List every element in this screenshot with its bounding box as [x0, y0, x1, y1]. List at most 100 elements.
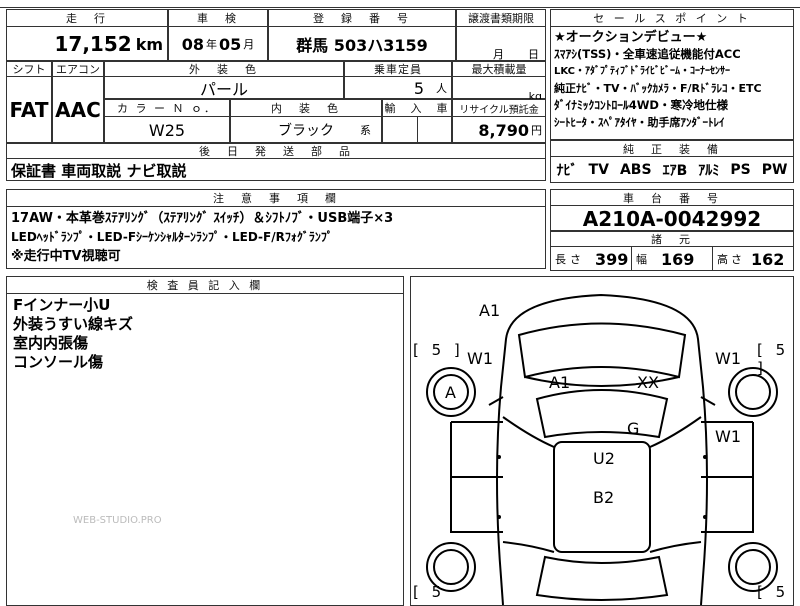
import-label: 輸 入 車: [383, 100, 451, 117]
car-diagram: A1 W1 W1 A A1 XX W1 G U2 B2 [ 5 ] [ 5 ] …: [410, 276, 794, 606]
interior-color-value: ブラック: [278, 123, 334, 139]
sales-point-line: ﾀﾞｲﾅﾐｯｸｺﾝﾄﾛｰﾙ4WD・寒冷地仕様: [554, 98, 728, 112]
transfer-month-unit: 月: [493, 48, 504, 61]
inspector-label: 検 査 員 記 入 欄: [7, 277, 403, 294]
sales-point-line: ｽﾏｱｼ(TSS)・全車速追従機能付ACC: [554, 47, 741, 61]
recycle-section: リサイクル預託金 8,790 円: [452, 99, 546, 143]
label-front-top: A1: [479, 301, 501, 320]
label-right-door-rear: W1: [715, 427, 741, 446]
dimensions-label: 諸 元: [551, 232, 793, 247]
equipment-item: ｱﾙﾐ: [698, 163, 720, 179]
transfer-label: 譲渡書類期限: [457, 10, 545, 27]
label-hood-left: A1: [549, 373, 571, 392]
mileage-value: 17,152: [54, 32, 132, 56]
label-hood-right: XX: [637, 373, 659, 392]
exterior-color-value: パール: [199, 80, 248, 99]
equipment-section: 純 正 装 備 ﾅﾋﾞ TV ABS ｴｱB ｱﾙﾐ PS PW: [550, 140, 794, 183]
aircon-label: エアコン: [53, 62, 103, 77]
inspection-year: 08: [181, 34, 204, 54]
recycle-label: リサイクル預託金: [453, 100, 545, 117]
sales-point-line: ｼｰﾄﾋｰﾀ・ｽﾍﾟｱﾀｲﾔ・助手席ｱﾝﾀﾞｰﾄﾚｲ: [554, 116, 725, 129]
shift-section: シフト FAT: [6, 61, 52, 143]
height-value: 162: [751, 249, 785, 269]
mileage-label: 走 行: [7, 10, 167, 27]
height-label: 高さ: [717, 253, 745, 266]
length-value: 399: [595, 249, 629, 269]
inspector-line: 室内内張傷: [13, 334, 89, 352]
inspector-line: コンソール傷: [13, 353, 104, 371]
notes-line: LEDﾍｯﾄﾞﾗﾝﾌﾟ・LED-Fｼｰｹﾝｼｬﾙﾀｰﾝﾗﾝﾌﾟ・LED-F/Rﾌ…: [11, 230, 333, 244]
capacity-label: 乗車定員: [345, 62, 451, 77]
width-label: 幅: [636, 253, 647, 266]
registration-value: 群馬 503ハ3159: [296, 36, 428, 55]
inspector-line: 外装うすい線キズ: [13, 315, 134, 333]
exterior-color-label: 外 装 色: [105, 62, 343, 77]
interior-color-unit: 系: [360, 124, 371, 137]
label-roof-u2: U2: [593, 449, 615, 468]
color-no-label: カ ラ ー Ｎ ｏ．: [105, 100, 229, 117]
sales-point-line: ★オークションデビュー★: [554, 30, 708, 45]
tread-rear-left: [ 5: [413, 583, 446, 601]
dimensions-section: 諸 元 長さ 399 幅 169 高さ 162: [550, 231, 794, 271]
color-no-value: W25: [148, 120, 186, 140]
exterior-color-section: 外 装 色 パール: [104, 61, 344, 99]
sales-point-line: LKC・ｱﾀﾞﾌﾟﾃｨﾌﾞﾄﾞﾗｲﾋﾞﾋﾞｰﾑ・ｺｰﾅｰｾﾝｻｰ: [554, 66, 731, 77]
transfer-day-unit: 日: [528, 48, 539, 61]
inspection-label: 車 検: [169, 10, 267, 27]
label-left-front: W1: [467, 349, 493, 368]
notes-line: ※走行中TV視聴可: [11, 249, 121, 264]
label-trunk-b2: B2: [593, 488, 615, 507]
equipment-item: ABS: [619, 162, 652, 178]
notes-label: 注 意 事 項 欄: [7, 190, 545, 207]
sales-points-label: セ ー ル ス ポ イ ン ト: [551, 10, 793, 27]
watermark: WEB-STUDIO.PRO: [73, 515, 162, 526]
inspection-month: 05: [219, 34, 242, 54]
later-parts-section: 後 日 発 送 部 品 保証書 車両取説 ナビ取説: [6, 143, 546, 181]
tread-front-left: [ 5 ]: [413, 341, 464, 359]
capacity-value: 5: [413, 78, 424, 98]
registration-label: 登 録 番 号: [269, 10, 455, 27]
registration-section: 登 録 番 号 群馬 503ハ3159: [268, 9, 456, 61]
recycle-value: 8,790: [478, 120, 529, 140]
label-right-front: W1: [715, 349, 741, 368]
capacity-unit: 人: [436, 82, 447, 95]
aircon-value: AAC: [55, 98, 101, 122]
equipment-item: PS: [730, 162, 751, 178]
tread-rear-right: [ 5: [757, 583, 790, 601]
tread-front-right: [ 5 ]: [757, 341, 790, 377]
length-label: 長さ: [555, 253, 585, 266]
later-parts-value: 保証書 車両取説 ナビ取説: [11, 161, 187, 180]
capacity-section: 乗車定員 5 人: [344, 61, 452, 99]
inspection-section: 車 検 08 年 05 月: [168, 9, 268, 61]
transfer-section: 譲渡書類期限 月 日: [456, 9, 546, 61]
notes-section: 注 意 事 項 欄 17AW・本革巻ｽﾃｱﾘﾝｸﾞ（ｽﾃｱﾘﾝｸﾞ ｽｲｯﾁ）＆…: [6, 189, 546, 269]
label-roof-g: G: [627, 419, 640, 438]
color-no-section: カ ラ ー Ｎ ｏ． W25: [104, 99, 230, 143]
notes-line: 17AW・本革巻ｽﾃｱﾘﾝｸﾞ（ｽﾃｱﾘﾝｸﾞ ｽｲｯﾁ）＆ｼﾌﾄﾉﾌﾞ・USB…: [11, 211, 394, 226]
max-load-label: 最大積載量: [453, 62, 545, 77]
width-value: 169: [661, 249, 695, 269]
chassis-section: 車 台 番 号 A210A-0042992: [550, 189, 794, 231]
chassis-value: A210A-0042992: [582, 206, 762, 231]
equipment-item: ｴｱB: [662, 163, 688, 179]
chassis-label: 車 台 番 号: [551, 190, 793, 206]
inspection-month-unit: 月: [243, 38, 255, 51]
sales-point-line: 純正ﾅﾋﾞ・TV・ﾊﾞｯｸｶﾒﾗ・F/Rﾄﾞﾗﾚｺ・ETC: [554, 82, 762, 95]
shift-value: FAT: [9, 98, 49, 122]
max-load-section: 最大積載量 kg: [452, 61, 546, 103]
inspector-line: Fインナー小U: [13, 296, 111, 314]
interior-color-label: 内 装 色: [231, 100, 381, 117]
inspector-section: 検 査 員 記 入 欄 Fインナー小U 外装うすい線キズ 室内内張傷 コンソール…: [6, 276, 404, 606]
mileage-section: 走 行 17,152 km: [6, 9, 168, 61]
label-left-wheel: A: [445, 383, 456, 402]
equipment-label: 純 正 装 備: [551, 141, 793, 157]
later-parts-label: 後 日 発 送 部 品: [7, 144, 545, 159]
mileage-unit: km: [135, 34, 163, 54]
shift-label: シフト: [7, 62, 51, 77]
equipment-item: TV: [588, 162, 609, 178]
import-section: 輸 入 車: [382, 99, 452, 143]
aircon-section: エアコン AAC: [52, 61, 104, 143]
top-fragment: [0, 0, 800, 8]
inspection-year-unit: 年: [206, 38, 217, 51]
interior-color-section: 内 装 色 ブラック 系: [230, 99, 382, 143]
